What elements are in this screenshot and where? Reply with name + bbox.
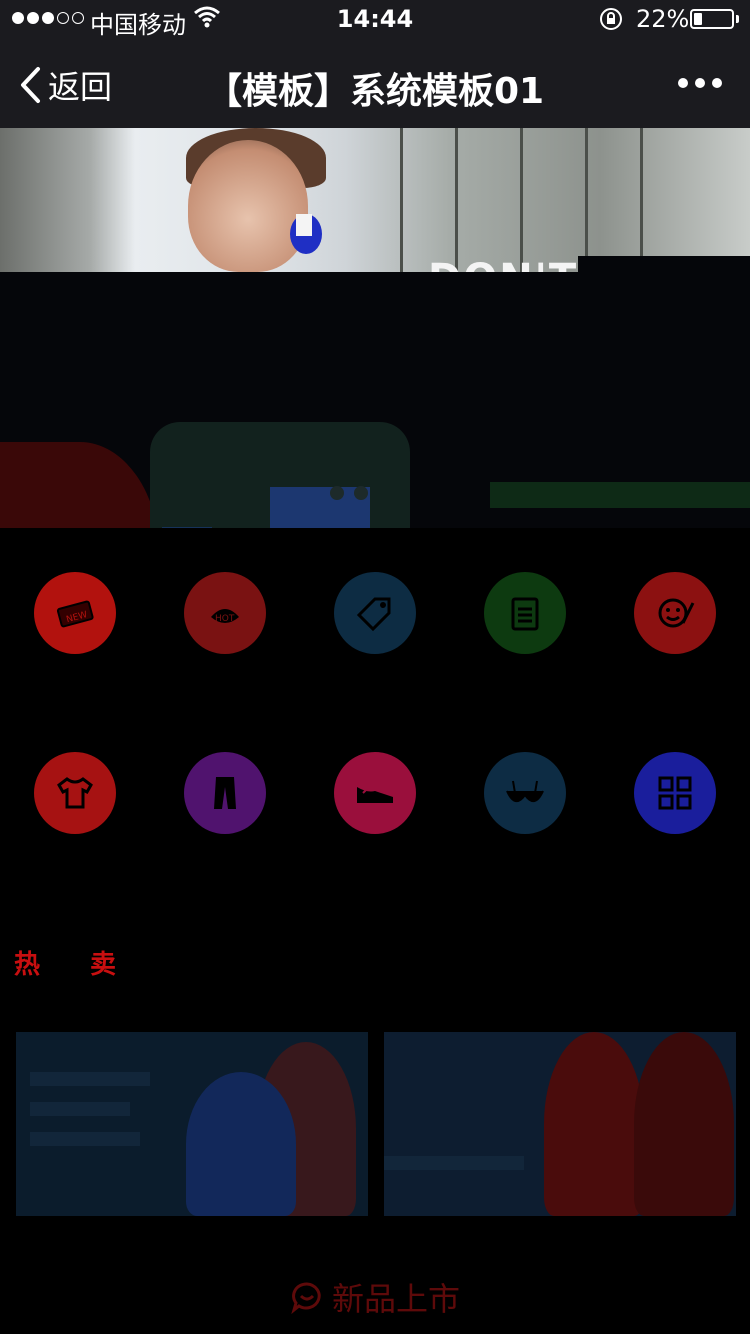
category-service-button[interactable]	[634, 572, 716, 654]
new-arrivals-label: 新品上市	[331, 1280, 460, 1318]
svg-text:HOT: HOT	[215, 614, 235, 624]
page-title: 【模板】系统模板01	[205, 71, 545, 112]
model-face	[188, 140, 308, 272]
pants-icon	[214, 777, 236, 809]
grid-icon	[658, 776, 692, 810]
tshirt-icon	[57, 777, 93, 809]
clipboard-icon	[511, 597, 539, 631]
banner-image	[0, 128, 750, 272]
category-shoes-button[interactable]	[334, 752, 416, 834]
category-tops-button[interactable]	[34, 752, 116, 834]
more-button[interactable]	[678, 78, 722, 88]
category-discount-button[interactable]	[334, 572, 416, 654]
category-pants-button[interactable]	[184, 752, 266, 834]
section-title-hot: 热卖	[14, 950, 167, 980]
bra-icon	[506, 780, 544, 802]
battery-percent: 22%	[636, 5, 690, 33]
category-all-button[interactable]	[634, 752, 716, 834]
category-underwear-button[interactable]	[484, 752, 566, 834]
category-new-button[interactable]: NEW	[34, 572, 116, 654]
carousel-indicator[interactable]	[330, 486, 368, 500]
product-card[interactable]	[16, 1032, 368, 1216]
nav-bar: 返回 【模板】系统模板01	[0, 40, 750, 128]
smile-icon	[658, 598, 695, 628]
status-bar: 中国移动 14:44 22%	[0, 0, 750, 40]
discount-tag-icon	[356, 597, 391, 632]
battery-tip	[736, 15, 739, 23]
battery-icon	[690, 9, 734, 29]
banner-carousel[interactable]: DON'T	[0, 128, 750, 528]
banner-lower-image	[0, 272, 750, 528]
category-hot-button[interactable]: HOT	[184, 572, 266, 654]
category-list-button[interactable]	[484, 572, 566, 654]
orientation-lock-icon	[598, 6, 624, 38]
hot-tag-icon: HOT	[211, 609, 239, 624]
shoe-icon	[357, 787, 393, 803]
product-card[interactable]	[384, 1032, 736, 1216]
new-tag-icon: NEW	[56, 600, 94, 628]
battery-fill	[694, 13, 702, 25]
new-arrivals-link[interactable]: 新品上市	[0, 1274, 750, 1322]
chat-bubble-icon	[290, 1280, 324, 1322]
category-grid: NEW HOT	[0, 540, 750, 870]
